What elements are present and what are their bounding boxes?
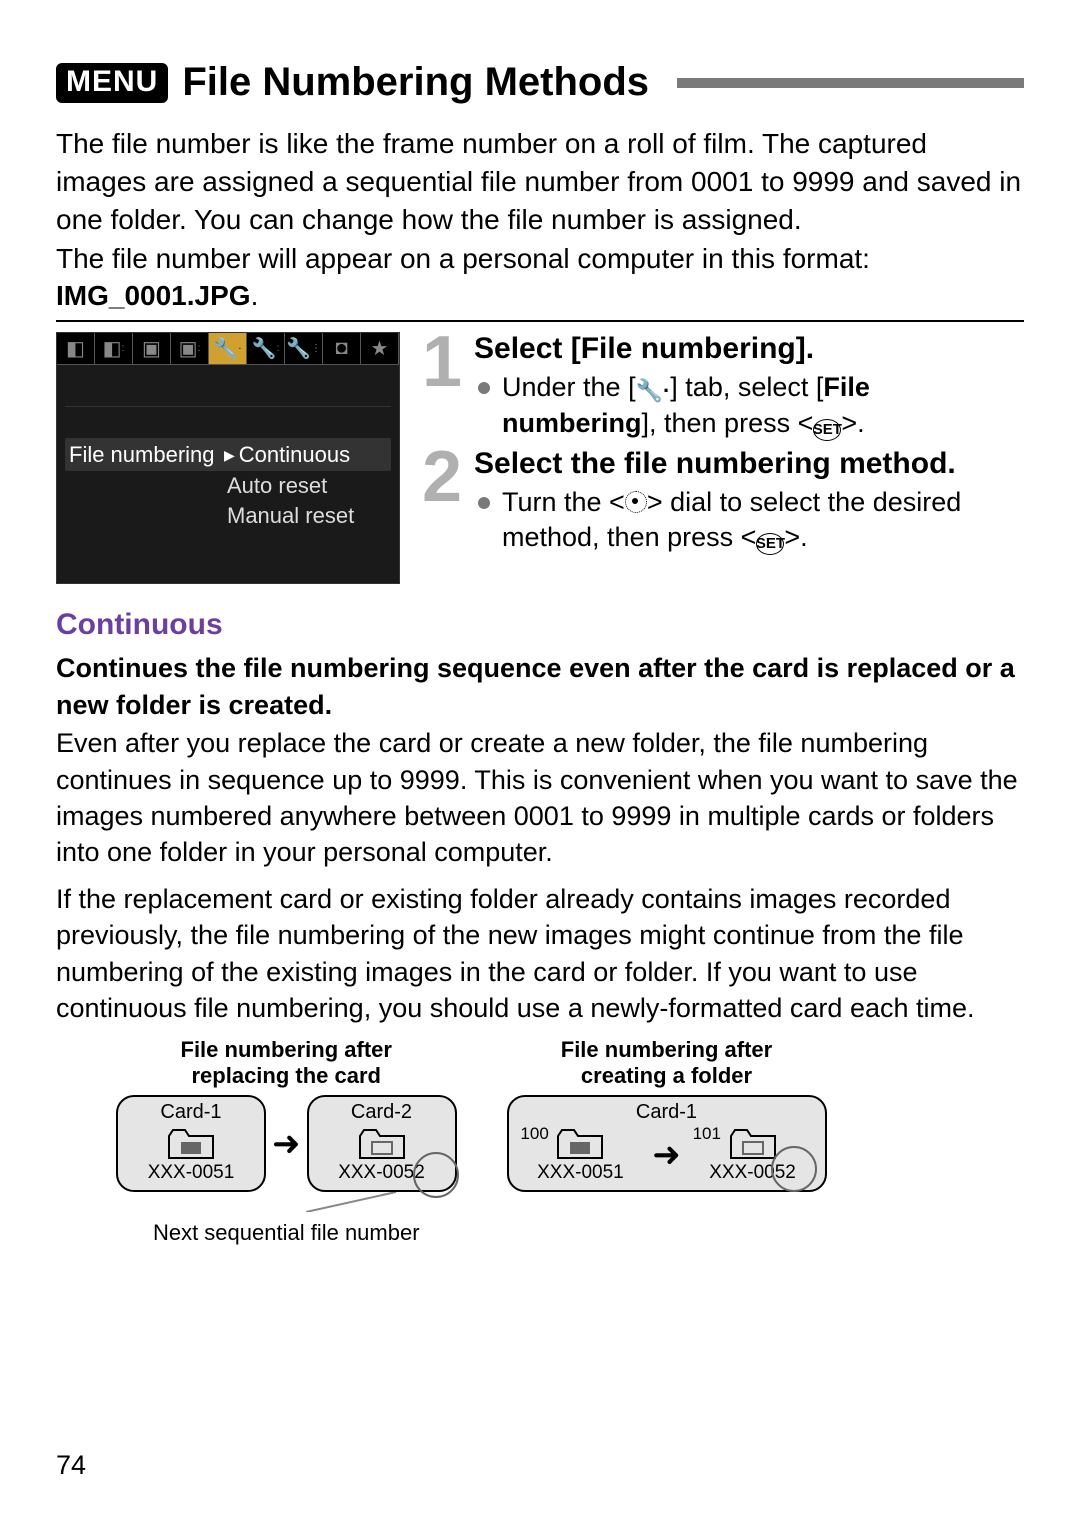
bullet-icon <box>478 497 490 509</box>
step-2: 2 Select the file numbering method. Turn… <box>420 447 1024 555</box>
folder: XXX-0051 <box>128 1126 254 1184</box>
intro-example: IMG_0001.JPG. <box>56 280 1024 312</box>
lcd-tab: ▣: <box>171 333 209 364</box>
camera-lcd: ◧ ◧: ▣ ▣: 🔧· 🔧: 🔧⋮ ◘ ★ File numbering ▶ … <box>56 332 400 584</box>
lcd-tab: ▣ <box>133 333 171 364</box>
step-title: Select the file numbering method. <box>474 447 1024 481</box>
folder-icon <box>556 1126 604 1160</box>
step-number: 1 <box>420 332 464 441</box>
file-number: XXX-0051 <box>520 1162 640 1184</box>
section-p2: If the replacement card or existing fold… <box>56 881 1024 1027</box>
folder-icon <box>729 1126 777 1160</box>
intro-p1: The file number is like the frame number… <box>56 125 1024 238</box>
cards-row: Card-1 100 XXX-0051 ➜ 101 <box>507 1095 827 1192</box>
wrench-icon: 🔧· <box>636 377 671 406</box>
title-row: MENU File Numbering Methods <box>56 60 1024 105</box>
folder-icon <box>358 1126 406 1160</box>
step-bullet: Under the [🔧·] tab, select [File numberi… <box>478 370 1024 441</box>
card-label: Card-1 <box>519 1101 815 1124</box>
lcd-option: Manual reset <box>217 501 399 531</box>
highlight-circle <box>413 1152 459 1198</box>
highlight-circle <box>771 1146 817 1192</box>
lcd-tab-bar: ◧ ◧: ▣ ▣: 🔧· 🔧: 🔧⋮ ◘ ★ <box>57 333 399 365</box>
top-block: ◧ ◧: ▣ ▣: 🔧· 🔧: 🔧⋮ ◘ ★ File numbering ▶ … <box>56 332 1024 584</box>
lcd-option: Auto reset <box>217 471 399 501</box>
page-number: 74 <box>56 1450 86 1481</box>
card-label: Card-1 <box>128 1101 254 1124</box>
lcd-tab: 🔧⋮ <box>285 333 323 364</box>
card-1: Card-1 XXX-0051 <box>116 1095 266 1192</box>
set-icon: SET <box>813 419 841 441</box>
folder-tag: 100 <box>520 1124 548 1144</box>
lcd-tab-wrench: 🔧· <box>209 333 247 364</box>
cards-row: Card-1 XXX-0051 ➜ Card-2 XXX- <box>116 1095 457 1192</box>
diag-title: File numbering after replacing the card <box>116 1037 457 1090</box>
diagram-left: File numbering after replacing the card … <box>116 1037 457 1247</box>
step-1: 1 Select [File numbering]. Under the [🔧·… <box>420 332 1024 441</box>
lcd-option: Continuous <box>239 442 350 468</box>
section-heading: Continuous <box>56 608 1024 642</box>
set-icon: SET <box>756 533 784 555</box>
lcd-tab: ◘ <box>323 333 361 364</box>
section-lead: Continues the file numbering sequence ev… <box>56 650 1024 723</box>
step-bullet: Turn the <> dial to select the desired m… <box>478 485 1024 555</box>
steps-column: 1 Select [File numbering]. Under the [🔧·… <box>420 332 1024 584</box>
card-2: Card-2 XXX-0052 <box>307 1095 457 1192</box>
step-title: Select [File numbering]. <box>474 332 1024 366</box>
diagram-right: File numbering after creating a folder C… <box>507 1037 827 1247</box>
folder-tag: 101 <box>693 1124 721 1144</box>
intro-p2: The file number will appear on a persona… <box>56 240 1024 278</box>
bullet-icon <box>478 382 490 394</box>
lcd-tab: ◧ <box>57 333 95 364</box>
diagrams-row: File numbering after replacing the card … <box>116 1037 1024 1247</box>
caret-icon: ▶ <box>224 447 235 464</box>
lcd-tab: ★ <box>361 333 399 364</box>
dial-icon <box>625 491 647 513</box>
file-number: XXX-0051 <box>128 1162 254 1184</box>
folder-icon <box>167 1126 215 1160</box>
lcd-tab: ◧: <box>95 333 133 364</box>
arrow-icon: ➜ <box>652 1135 681 1175</box>
lcd-row-selected: File numbering ▶ Continuous <box>65 439 391 471</box>
diag-title: File numbering after creating a folder <box>507 1037 827 1090</box>
title-rule <box>677 78 1024 88</box>
divider <box>56 320 1024 322</box>
folder-100: 100 XXX-0051 <box>520 1126 640 1184</box>
step-number: 2 <box>420 447 464 555</box>
card-1: Card-1 100 XXX-0051 ➜ 101 <box>507 1095 827 1192</box>
card-label: Card-2 <box>319 1101 445 1124</box>
section-p1: Even after you replace the card or creat… <box>56 725 1024 871</box>
diag-caption: Next sequential file number <box>116 1220 457 1246</box>
menu-badge: MENU <box>56 63 168 103</box>
lcd-row-label: File numbering <box>69 442 224 468</box>
folder-101: 101 XXX-0052 <box>693 1126 813 1184</box>
page-title: File Numbering Methods <box>182 60 649 105</box>
arrow-icon: ➜ <box>272 1124 301 1164</box>
lcd-tab: 🔧: <box>247 333 285 364</box>
